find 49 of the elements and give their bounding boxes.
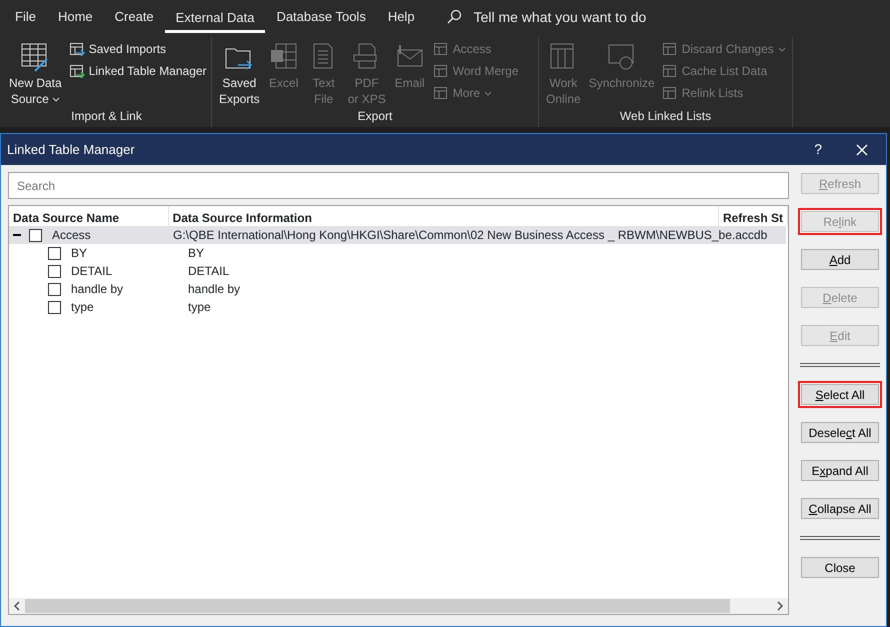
table-icon [662, 63, 678, 79]
close-icon[interactable] [856, 144, 868, 156]
search-icon [446, 9, 462, 25]
table-cell-text: BY [188, 245, 204, 262]
ribbon-tab[interactable]: Create [104, 0, 165, 34]
search-field[interactable]: Search [8, 172, 789, 199]
table-cell-text: DETAIL [71, 263, 114, 280]
ribbon-tab[interactable]: File [4, 0, 47, 34]
table-cell-text: G:\QBE International\Hong Kong\HKGI\Share\Common\02 New Business Access _ RBWM\NEWBUS_be.accdb [173, 227, 768, 244]
table-cell-text: handle by [188, 281, 240, 298]
checkbox[interactable] [48, 264, 61, 278]
table-cell-text: Access [52, 227, 92, 244]
ribbon-button[interactable]: Saved Exports [216, 37, 263, 107]
checkbox[interactable] [48, 300, 61, 314]
dialog-button[interactable]: Deselect All [801, 422, 879, 443]
dialog-button[interactable]: Close [801, 557, 879, 578]
table-sync-icon [68, 63, 85, 79]
table-cell-text: BY [71, 245, 88, 262]
table-cell-text: DETAIL [188, 263, 230, 280]
caret-icon [778, 46, 786, 52]
ribbon-button[interactable]: New Data Source [6, 37, 65, 107]
collapse-toggle[interactable] [13, 231, 21, 239]
table-cell-text: handle by [71, 281, 124, 298]
table-row[interactable]: Access G:\QBE International\Hong Kong\HKGI\Share\Common\02 New Business Access _ RBWM\NEWBUS_be.accdb [9, 226, 786, 244]
table-cell-text: type [71, 299, 95, 316]
scrollbar-thumb[interactable] [25, 599, 730, 613]
checkbox[interactable] [29, 228, 42, 242]
ribbon-button[interactable]: Saved Imports [66, 38, 209, 60]
ribbon-tab[interactable]: Help [376, 0, 426, 34]
checkbox[interactable] [48, 282, 61, 296]
dialog-button[interactable]: Expand All [801, 460, 879, 481]
caret-icon [484, 90, 492, 96]
group-label: Export [356, 108, 394, 125]
caret-icon [52, 96, 60, 102]
ribbon-tab[interactable]: External Data [164, 3, 266, 33]
table-icon [432, 85, 449, 101]
dialog-title: Linked Table Manager [7, 140, 135, 159]
group-label: Import & Link [70, 108, 143, 125]
dialog-button[interactable]: Collapse All [801, 498, 879, 519]
ribbon-tab[interactable]: Database Tools [265, 0, 377, 34]
ribbon-tab[interactable]: Home [46, 0, 104, 34]
group-label: Web Linked Lists [618, 108, 712, 125]
checkbox[interactable] [48, 246, 61, 260]
help-button[interactable]: ? [814, 139, 822, 160]
dialog-button[interactable]: Select All [801, 384, 879, 405]
table-cell-text: type [188, 299, 211, 316]
dialog-button[interactable]: Add [801, 249, 879, 270]
ribbon-button[interactable]: Linked Table Manager [66, 60, 209, 82]
tell-me-field[interactable]: Tell me what you want to do [446, 6, 646, 28]
